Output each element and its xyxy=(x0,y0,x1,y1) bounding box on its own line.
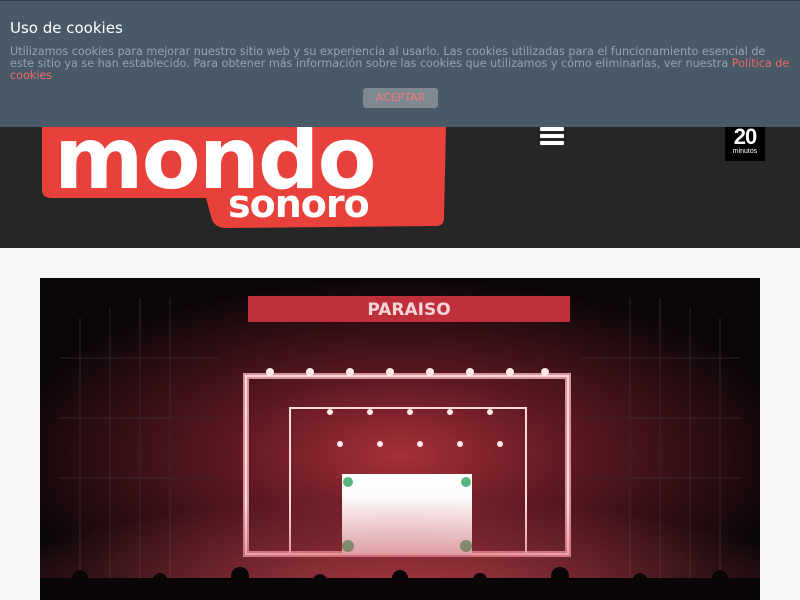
cookie-banner: Uso de cookies Utilizamos cookies para m… xyxy=(0,0,800,127)
partner-logo-word: minutos xyxy=(732,148,758,155)
hero-image[interactable]: PARAISO xyxy=(40,278,760,600)
cookie-banner-body: Utilizamos cookies para mejorar nuestro … xyxy=(10,45,766,70)
accept-cookies-button[interactable]: ACEPTAR xyxy=(363,88,438,108)
partner-logo-number: 20 xyxy=(733,124,757,149)
hamburger-menu-icon[interactable] xyxy=(540,127,564,149)
logo-word-bottom: sonoro xyxy=(228,182,369,226)
20minutos-logo[interactable]: 20 minutos xyxy=(725,124,765,161)
cookie-banner-text: Utilizamos cookies para mejorar nuestro … xyxy=(10,46,792,82)
cookie-banner-title: Uso de cookies xyxy=(10,19,123,37)
stage-sign: PARAISO xyxy=(367,300,450,320)
